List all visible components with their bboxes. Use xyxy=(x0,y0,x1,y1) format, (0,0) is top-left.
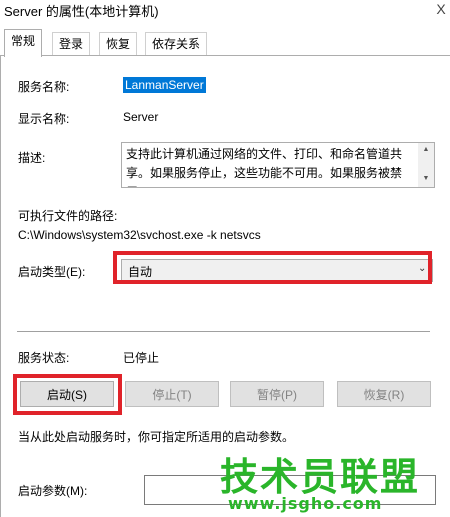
tab-dependencies[interactable]: 依存关系 xyxy=(145,32,208,55)
resume-button[interactable]: 恢复(R) xyxy=(337,381,431,407)
service-status-value: 已停止 xyxy=(123,351,160,365)
close-icon[interactable]: X xyxy=(434,1,448,17)
exe-path-label: 可执行文件的路径: xyxy=(18,209,118,223)
title-bar: Server 的属性(本地计算机) X xyxy=(0,0,450,22)
scroll-down-icon[interactable]: ▼ xyxy=(422,175,430,182)
scroll-up-icon[interactable]: ▲ xyxy=(422,146,430,153)
description-label: 描述: xyxy=(18,151,46,165)
service-status-label: 服务状态: xyxy=(18,351,70,365)
start-params-label: 启动参数(M): xyxy=(18,484,88,498)
watermark-logo: 技术员联盟 www.jsgho.com xyxy=(220,446,420,514)
description-textbox[interactable]: 支持此计算机通过网络的文件、打印、和命名管道共享。如果服务停止，这些功能不可用。… xyxy=(121,142,435,188)
service-name-label: 服务名称: xyxy=(18,80,70,94)
service-name-field[interactable]: LanmanServer xyxy=(123,77,206,93)
display-name-label: 显示名称: xyxy=(18,112,70,126)
highlight-box-startup-type xyxy=(113,251,432,284)
watermark-name: 技术员联盟 xyxy=(220,455,421,499)
divider xyxy=(17,331,430,332)
window-title: Server 的属性(本地计算机) xyxy=(4,4,159,19)
pause-button[interactable]: 暂停(P) xyxy=(230,381,324,407)
description-text: 支持此计算机通过网络的文件、打印、和命名管道共享。如果服务停止，这些功能不可用。… xyxy=(126,147,403,187)
description-scrollbar[interactable]: ▲ ▼ xyxy=(418,143,434,187)
exe-path-value: C:\Windows\system32\svchost.exe -k netsv… xyxy=(18,228,261,242)
watermark-url: www.jsgho.com xyxy=(228,494,383,513)
startup-type-label: 启动类型(E): xyxy=(18,265,86,279)
display-name-value: Server xyxy=(123,110,159,124)
highlight-box-start-button xyxy=(13,374,122,415)
tab-general[interactable]: 常规 xyxy=(4,29,43,57)
start-hint-text: 当从此处启动服务时，你可指定所适用的启动参数。 xyxy=(18,430,295,444)
tab-logon[interactable]: 登录 xyxy=(52,32,91,55)
stop-button[interactable]: 停止(T) xyxy=(125,381,219,407)
tab-recovery[interactable]: 恢复 xyxy=(99,32,138,55)
